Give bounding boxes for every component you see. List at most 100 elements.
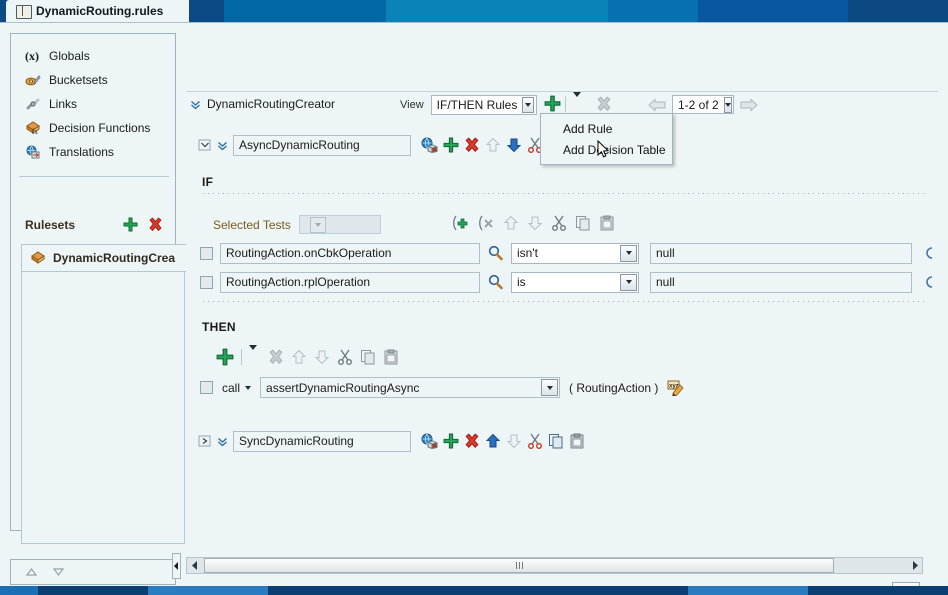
panel-splitter-handle[interactable] bbox=[172, 553, 181, 579]
ruleset-list-area bbox=[21, 244, 185, 544]
cut-action-button[interactable] bbox=[337, 349, 353, 365]
previous-page-button[interactable] bbox=[648, 97, 666, 112]
sidebar-item-globals[interactable]: (x) Globals bbox=[25, 44, 175, 68]
paste-test-button[interactable] bbox=[599, 215, 615, 231]
selected-tests-combo[interactable] bbox=[298, 215, 381, 234]
scrollbar-track[interactable] bbox=[202, 558, 907, 573]
search-icon[interactable] bbox=[487, 245, 504, 261]
paste-action-button[interactable] bbox=[383, 349, 399, 365]
move-action-down-button[interactable] bbox=[314, 349, 330, 365]
chevron-down-icon[interactable] bbox=[541, 379, 559, 396]
horizontal-scrollbar[interactable] bbox=[186, 557, 923, 574]
window-tab-strip: DynamicRouting.rules bbox=[0, 0, 948, 22]
rule-dictionary-button[interactable] bbox=[421, 433, 438, 449]
move-up-button[interactable] bbox=[485, 137, 501, 153]
chevron-down-icon[interactable] bbox=[620, 244, 637, 262]
condition-operator-value: is bbox=[517, 275, 526, 289]
copy-button[interactable] bbox=[548, 433, 564, 449]
sidebar-item-bucketsets[interactable]: Bucketsets bbox=[25, 68, 175, 92]
move-test-down-button[interactable] bbox=[527, 215, 543, 231]
condition-right-operand[interactable]: null bbox=[650, 271, 912, 293]
condition-operator-combo[interactable]: is bbox=[511, 271, 639, 293]
cut-test-button[interactable] bbox=[551, 215, 567, 231]
move-down-button[interactable] bbox=[506, 137, 522, 153]
sidebar-item-bucketsets-label: Bucketsets bbox=[49, 73, 108, 87]
delete-rule-inline-button[interactable] bbox=[464, 137, 480, 153]
add-action-button[interactable] bbox=[216, 348, 234, 366]
navigator-list: (x) Globals Bucketsets Links fx Decision… bbox=[11, 34, 175, 164]
sidebar-item-links[interactable]: Links bbox=[25, 92, 175, 116]
condition-left-operand[interactable]: RoutingAction.onCbkOperation bbox=[220, 242, 480, 264]
rulesets-header: Rulesets bbox=[25, 217, 175, 232]
scrollbar-thumb[interactable] bbox=[204, 558, 834, 573]
cut-button[interactable] bbox=[527, 433, 543, 449]
add-test-button[interactable] bbox=[451, 215, 469, 231]
scroll-down-button[interactable] bbox=[52, 567, 65, 577]
chevron-down-icon[interactable] bbox=[723, 96, 732, 113]
expand-ruleset-chevron-icon[interactable] bbox=[190, 99, 201, 110]
sidebar-item-globals-label: Globals bbox=[49, 49, 90, 63]
rule-dictionary-button[interactable] bbox=[421, 137, 438, 153]
condition-operator-combo[interactable]: isn't bbox=[511, 242, 639, 264]
chevron-down-icon[interactable] bbox=[620, 273, 637, 291]
next-page-button[interactable] bbox=[740, 97, 758, 112]
add-rule-inline-button[interactable] bbox=[443, 137, 459, 153]
view-combo[interactable]: IF/THEN Rules bbox=[430, 95, 537, 115]
add-rule-inline-button[interactable] bbox=[443, 433, 459, 449]
rule-name-input[interactable]: AsyncDynamicRouting bbox=[233, 134, 411, 156]
chevron-down-icon[interactable] bbox=[309, 216, 326, 233]
menu-item-add-rule[interactable]: Add Rule bbox=[541, 118, 672, 139]
add-button[interactable] bbox=[544, 95, 561, 112]
view-combo-value: IF/THEN Rules bbox=[436, 98, 518, 112]
add-dropdown-arrow-button[interactable] bbox=[570, 91, 584, 111]
move-test-up-button[interactable] bbox=[503, 215, 519, 231]
condition-more-icon[interactable] bbox=[924, 275, 934, 289]
rule-expand-chevron-icon[interactable] bbox=[217, 436, 228, 447]
copy-test-button[interactable] bbox=[575, 215, 591, 231]
chevron-down-icon bbox=[245, 385, 252, 390]
action-target-combo[interactable]: assertDynamicRoutingAsync bbox=[260, 377, 561, 398]
condition-left-operand[interactable]: RoutingAction.rplOperation bbox=[220, 271, 480, 293]
rule-expand-chevron-icon[interactable] bbox=[217, 140, 228, 151]
add-action-dropdown-arrow-button[interactable] bbox=[249, 345, 257, 364]
move-up-button[interactable] bbox=[485, 433, 501, 449]
rule-collapse-toggle[interactable] bbox=[198, 138, 212, 152]
document-tab[interactable]: DynamicRouting.rules bbox=[6, 0, 190, 22]
if-section-divider bbox=[201, 193, 928, 194]
chevron-down-icon[interactable] bbox=[522, 97, 534, 113]
move-action-up-button[interactable] bbox=[291, 349, 307, 365]
delete-ruleset-button[interactable] bbox=[148, 217, 163, 232]
move-down-button[interactable] bbox=[506, 433, 522, 449]
delete-rule-button[interactable] bbox=[596, 95, 612, 112]
sidebar-item-translations[interactable]: Translations bbox=[25, 140, 175, 164]
action-checkbox[interactable] bbox=[200, 381, 213, 394]
page-combo[interactable]: 1-2 of 2 bbox=[672, 95, 734, 114]
scroll-up-button[interactable] bbox=[25, 567, 38, 577]
add-dropdown-menu[interactable]: Add Rule Add Decision Table bbox=[540, 113, 673, 165]
search-icon[interactable] bbox=[487, 274, 504, 290]
delete-rule-inline-button[interactable] bbox=[464, 433, 480, 449]
condition-checkbox[interactable] bbox=[200, 275, 213, 289]
sidebar-item-links-label: Links bbox=[49, 97, 78, 111]
edit-expression-icon[interactable]: xyz bbox=[667, 380, 685, 396]
rule-name-input[interactable]: SyncDynamicRouting bbox=[233, 430, 411, 452]
copy-action-button[interactable] bbox=[360, 349, 376, 365]
condition-right-operand[interactable]: null bbox=[650, 242, 912, 264]
sidebar-ruleset-item[interactable]: DynamicRoutingCrea bbox=[21, 244, 193, 272]
sidebar-item-decision-functions[interactable]: fx Decision Functions bbox=[25, 116, 175, 140]
action-kind-dropdown[interactable]: call bbox=[222, 381, 252, 395]
page-combo-value: 1-2 of 2 bbox=[678, 97, 719, 112]
menu-item-add-decision-table[interactable]: Add Decision Table bbox=[541, 139, 672, 160]
window-body: (x) Globals Bucketsets Links fx Decision… bbox=[0, 22, 948, 595]
rule-collapse-toggle[interactable] bbox=[198, 434, 212, 448]
globals-icon: (x) bbox=[25, 49, 41, 63]
condition-checkbox[interactable] bbox=[200, 246, 213, 260]
add-ruleset-button[interactable] bbox=[123, 217, 138, 232]
delete-test-button[interactable] bbox=[477, 215, 495, 231]
svg-text:fx: fx bbox=[32, 128, 38, 135]
scroll-left-button[interactable] bbox=[187, 558, 202, 573]
scroll-right-button[interactable] bbox=[907, 558, 922, 573]
delete-action-button[interactable] bbox=[268, 349, 284, 365]
paste-button[interactable] bbox=[569, 433, 585, 449]
condition-more-icon[interactable] bbox=[924, 246, 934, 260]
